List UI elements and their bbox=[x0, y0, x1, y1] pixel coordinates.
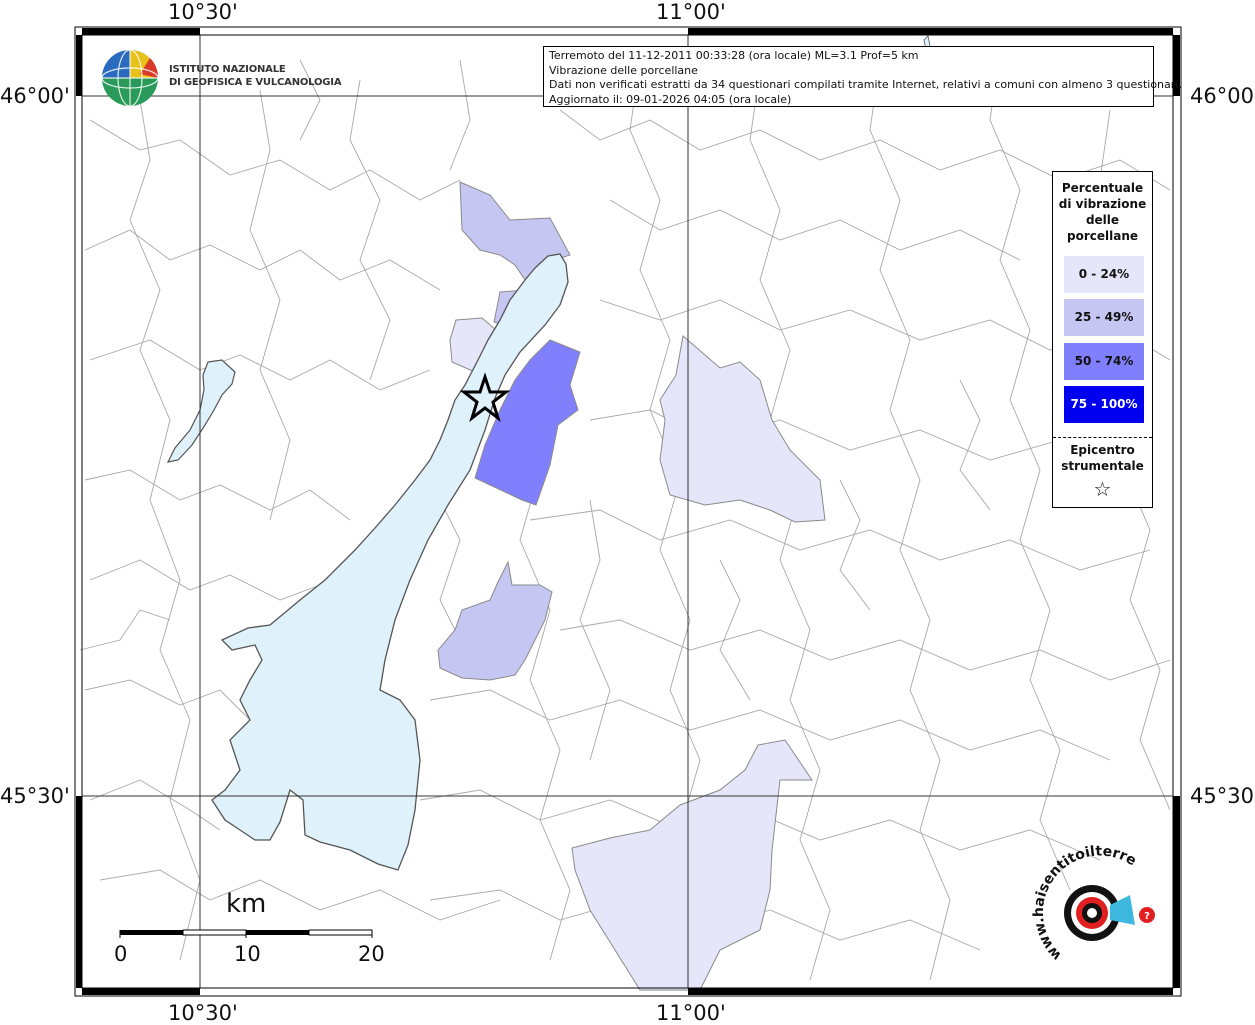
ingv-line-2: DI GEOFISICA E VULCANOLOGIA bbox=[169, 77, 342, 88]
lon-label-bottom-left: 10°30' bbox=[168, 1001, 238, 1025]
svg-text:?: ? bbox=[1144, 911, 1150, 922]
legend-class-25-49: 25 - 49% bbox=[1064, 299, 1144, 336]
lon-label-top-left: 10°30' bbox=[168, 0, 238, 24]
info-updated-line: Aggiornato il: 09-01-2026 04:05 (ora loc… bbox=[549, 92, 792, 106]
legend-title-3: delle bbox=[1085, 213, 1120, 227]
scale-tick-10: 10 bbox=[234, 942, 261, 966]
scale-unit: km bbox=[226, 889, 267, 919]
legend-class-50-74: 50 - 74% bbox=[1064, 343, 1144, 380]
lon-label-top-right: 11°00' bbox=[656, 0, 726, 24]
legend-title-1: Percentuale bbox=[1061, 181, 1144, 195]
legend-separator bbox=[1053, 437, 1152, 438]
lat-label-right-lower: 45°30' bbox=[1190, 784, 1255, 808]
lon-label-bottom-right: 11°00' bbox=[656, 1001, 726, 1025]
legend-star-icon: ☆ bbox=[1093, 477, 1112, 501]
legend-epicenter-label: Epicentro strumentale bbox=[1053, 442, 1152, 474]
legend: Percentuale di vibrazione delle porcella… bbox=[1052, 171, 1153, 508]
lat-label-right-upper: 46°00' bbox=[1190, 84, 1255, 108]
legend-epicenter-2: strumentale bbox=[1061, 459, 1144, 473]
ingv-line-1: ISTITUTO NAZIONALE bbox=[169, 64, 286, 75]
scale-tick-20: 20 bbox=[358, 942, 385, 966]
lat-label-left-lower: 45°30' bbox=[0, 784, 70, 808]
legend-title-2: di vibrazione bbox=[1058, 197, 1147, 211]
ingv-logo-text: ISTITUTO NAZIONALE DI GEOFISICA E VULCAN… bbox=[169, 63, 342, 89]
legend-epicenter-1: Epicentro bbox=[1070, 443, 1135, 457]
lat-label-left-upper: 46°00' bbox=[0, 84, 70, 108]
ingv-logo-icon bbox=[101, 49, 159, 107]
legend-class-75-100: 75 - 100% bbox=[1064, 386, 1144, 423]
earthquake-info-box: Terremoto del 11-12-2011 00:33:28 (ora l… bbox=[543, 46, 1182, 107]
scale-tick-0: 0 bbox=[114, 942, 128, 966]
info-data-line: Dati non verificati estratti da 34 quest… bbox=[549, 78, 1182, 91]
legend-class-0-24: 0 - 24% bbox=[1064, 256, 1144, 293]
info-parameter-line: Vibrazione delle porcellane bbox=[549, 63, 698, 77]
map-canvas: ? bbox=[74, 26, 1182, 997]
info-event-line: Terremoto del 11-12-2011 00:33:28 (ora l… bbox=[549, 49, 919, 62]
legend-title-4: porcellane bbox=[1066, 229, 1138, 243]
legend-title: Percentuale di vibrazione delle porcella… bbox=[1053, 180, 1152, 244]
